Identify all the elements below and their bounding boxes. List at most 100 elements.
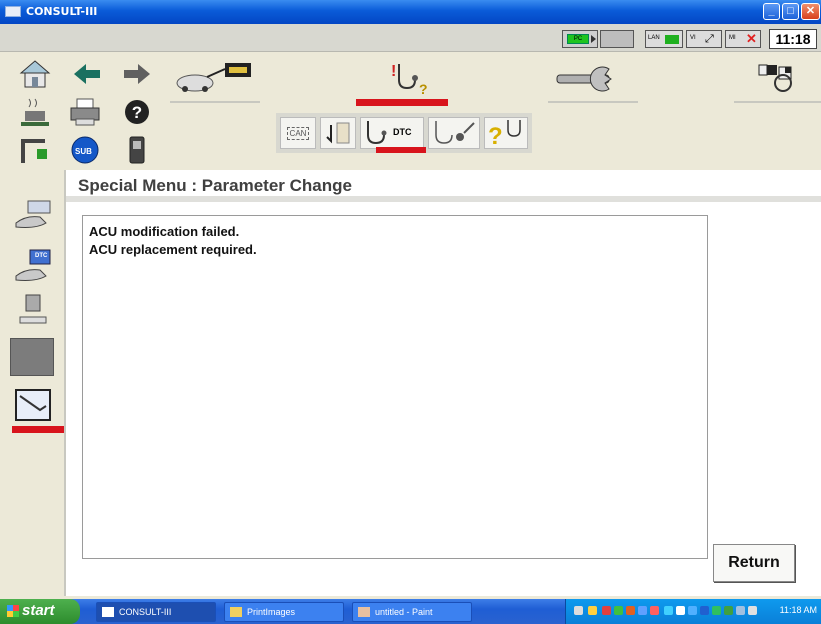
main-toolbar: ? SUB !? CAN DTC ? [0,53,821,168]
minimize-button[interactable]: _ [763,3,780,20]
lan-status-indicator: LAN [645,30,683,48]
status-row: PC LAN VI ⤢ MI ✕ 11:18 [0,24,821,52]
pc-status-indicator: PC [562,30,598,48]
monitor-settings-icon [21,139,47,163]
dtc-mode-button[interactable]: DTC [13,248,53,284]
folder-icon [230,607,242,617]
paint-icon [358,607,370,617]
signal-icon: ⤢ [705,33,714,45]
stethoscope-help-icon: ? [488,120,521,148]
sidebar-active-indicator [12,426,64,433]
vi-status-indicator: VI ⤢ [686,30,722,48]
tray-icon [748,606,757,615]
dtc-indicator [376,147,426,153]
close-button[interactable]: ✕ [801,3,820,20]
tray-icon [712,606,721,615]
app-icon [5,6,21,17]
return-button[interactable]: Return [713,544,795,582]
work-support-button[interactable]: ? [484,117,528,149]
help-button[interactable]: ? [118,95,156,129]
arrow-right-icon [591,35,596,43]
screen-capture-button[interactable] [16,95,54,129]
tray-icon [574,606,583,615]
svg-text:?: ? [132,103,142,122]
vehicle-select-tab[interactable] [170,55,260,103]
tray-icon [736,606,745,615]
tray-icon [588,606,597,615]
tray-icon [724,606,733,615]
main-panel: Special Menu : Parameter Change ACU modi… [66,170,821,596]
checkered-flags-icon [758,64,792,92]
data-download-button[interactable] [320,117,356,149]
vi-label: VI [690,35,696,41]
tray-icon [688,606,697,615]
dtc-label: DTC [393,127,412,137]
message-box: ACU modification failed. ACU replacement… [82,215,708,559]
vehicle-ecu-icon [176,63,251,92]
arrow-left-icon [74,64,100,84]
maintenance-tab[interactable] [548,55,638,103]
stethoscope-probe-icon [435,121,475,144]
settings-button[interactable] [16,133,54,167]
lan-link-icon [665,35,679,44]
ecu-select-button[interactable] [13,198,53,234]
disconnected-x-icon: ✕ [746,31,757,46]
sidebar-dtc-label: DTC [35,253,48,259]
svg-text:?: ? [488,123,503,148]
start-label: start [22,602,55,619]
forward-button[interactable] [118,57,156,91]
window-icon [102,607,114,617]
home-icon [19,60,51,88]
diagnosis-tab-indicator [356,99,448,106]
sub-label: SUB [75,147,92,156]
diagnosis-tab[interactable]: !? [356,55,446,103]
home-button[interactable] [16,57,54,91]
clock: 11:18 [769,29,817,49]
tray-icon [602,606,611,615]
help-icon: ? [125,100,149,124]
tray-icon [614,606,623,615]
svg-text:?: ? [419,81,428,97]
taskbar-item-printimages[interactable]: PrintImages [224,602,344,622]
tray-icon [650,606,659,615]
can-diagnosis-button[interactable]: CAN [280,117,316,149]
print-button[interactable] [66,95,104,129]
title-divider [66,196,821,202]
tray-icon [676,606,685,615]
taskbar-item-paint[interactable]: untitled - Paint [352,602,472,622]
message-line: ACU replacement required. [89,242,257,257]
page-title: Special Menu : Parameter Change [78,176,352,195]
screen-hand-icon [15,389,51,421]
unit-button[interactable] [13,292,53,328]
taskbar-item-consult[interactable]: CONSULT-III [96,602,216,622]
stethoscope-dtc-icon [367,121,387,145]
stethoscope-question-icon: !? [391,63,428,97]
active-test-button[interactable] [428,117,480,149]
sub-mode-button[interactable]: SUB [66,133,104,167]
arrow-right-icon [124,64,150,84]
windows-logo-icon [7,605,19,617]
tray-icon [664,606,673,615]
printer-icon [70,98,100,126]
lan-label: LAN [648,35,660,41]
hand-ecu-icon [15,200,51,228]
taskbar-item-label: CONSULT-III [119,607,172,617]
mi-status-indicator: MI ✕ [725,30,761,48]
dtc-button[interactable]: DTC [360,117,424,149]
tray-icon [638,606,647,615]
tray-icon [700,606,709,615]
svg-text:!: ! [391,63,396,80]
tray-icon [626,606,635,615]
taskbar: start CONSULT-III PrintImages untitled -… [0,599,821,624]
taskbar-item-label: untitled - Paint [375,607,433,617]
left-sidebar: DTC [0,170,66,596]
tray-clock: 11:18 AM [779,605,817,615]
sub-function-toolbar: CAN DTC ? [276,113,532,153]
start-button[interactable]: start [0,599,80,624]
parameter-change-button[interactable] [13,386,53,424]
maximize-button[interactable]: □ [782,3,799,20]
vi-device-button[interactable] [118,133,156,167]
message-line: ACU modification failed. [89,224,240,239]
back-button[interactable] [68,57,106,91]
race-support-tab[interactable] [734,55,821,103]
